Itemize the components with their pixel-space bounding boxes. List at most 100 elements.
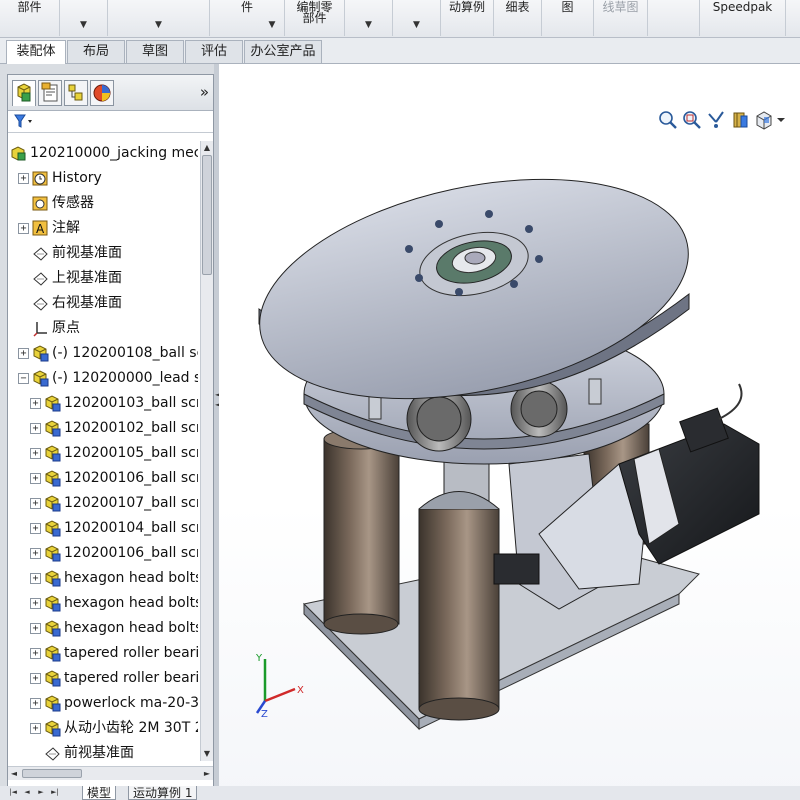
- tab-sketch[interactable]: 草图: [126, 40, 184, 63]
- tab-model[interactable]: 模型: [82, 786, 117, 800]
- expand-icon[interactable]: +: [30, 698, 41, 709]
- tree-item[interactable]: 上视基准面: [8, 266, 198, 291]
- expand-icon[interactable]: +: [30, 398, 41, 409]
- tree-item[interactable]: + hexagon head bolts-: [8, 591, 198, 616]
- last-tab-icon[interactable]: ►|: [50, 787, 60, 798]
- history-icon: [32, 170, 49, 187]
- subassembly-icon: [44, 445, 61, 462]
- property-manager-tab[interactable]: [38, 80, 62, 106]
- tab-motion-study[interactable]: 运动算例 1: [128, 786, 198, 800]
- expand-icon[interactable]: +: [18, 173, 29, 184]
- scroll-down-icon[interactable]: ▼: [201, 747, 213, 761]
- expand-icon[interactable]: +: [30, 648, 41, 659]
- plane-icon: [32, 295, 49, 312]
- tree-item[interactable]: +120200105_ball screw: [8, 441, 198, 466]
- tree-item[interactable]: +120200107_ball screw: [8, 491, 198, 516]
- tab-office-products[interactable]: 办公室产品: [244, 40, 322, 63]
- ribbon-button-explode-line-sketch[interactable]: 线草图: [594, 0, 648, 36]
- ribbon-button-speedpak[interactable]: Speedpak: [700, 0, 786, 36]
- expand-icon[interactable]: +: [30, 548, 41, 559]
- ribbon-dropdown[interactable]: ▼: [60, 0, 108, 36]
- expand-icon[interactable]: +: [30, 523, 41, 534]
- configuration-manager-tab[interactable]: [64, 80, 88, 106]
- scroll-right-icon[interactable]: ►: [201, 767, 213, 780]
- tab-evaluate[interactable]: 评估: [185, 40, 243, 63]
- tree-item[interactable]: 前视基准面: [8, 741, 198, 761]
- chevron-down-icon: ▼: [80, 20, 87, 30]
- subassembly-icon: [44, 620, 61, 637]
- display-manager-tab[interactable]: [90, 80, 114, 106]
- filter-icon[interactable]: [14, 113, 36, 133]
- sensor-icon: [32, 195, 49, 212]
- tree-item[interactable]: + powerlock ma-20-38: [8, 691, 198, 716]
- tree-item[interactable]: + tapered roller bearing: [8, 666, 198, 691]
- expand-icon[interactable]: +: [30, 623, 41, 634]
- y-axis-label: Y: [255, 653, 263, 664]
- expand-icon[interactable]: +: [30, 473, 41, 484]
- tree-item[interactable]: + (-) 120200108_ball screw: [8, 341, 198, 366]
- expand-icon[interactable]: +: [30, 573, 41, 584]
- expand-icon[interactable]: +: [30, 448, 41, 459]
- next-tab-icon[interactable]: ►: [36, 787, 46, 798]
- ribbon-button-part[interactable]: 件 ▼: [210, 0, 285, 36]
- tree-item[interactable]: +120200106_ball screw: [8, 541, 198, 566]
- panel-manager-tabs: »: [8, 75, 213, 111]
- tree-item[interactable]: + A 注解: [8, 216, 198, 241]
- expand-icon[interactable]: +: [30, 598, 41, 609]
- ribbon-dropdown[interactable]: ▼: [108, 0, 210, 36]
- tree-vertical-scrollbar[interactable]: ▲ ▼: [200, 141, 213, 761]
- ribbon-toolbar: 部件 ▼ ▼ 件 ▼ 编制零 部件 ▼ ▼ 动算例 细表 图 线草图 Speed…: [0, 0, 800, 38]
- tab-assembly[interactable]: 装配体: [6, 40, 66, 64]
- tree-item[interactable]: + History: [8, 166, 198, 191]
- plane-icon: [32, 245, 49, 262]
- ribbon-dropdown[interactable]: ▼: [393, 0, 441, 36]
- tree-item[interactable]: +120200103_ball screw: [8, 391, 198, 416]
- tree-item[interactable]: 传感器: [8, 191, 198, 216]
- tree-item[interactable]: 前视基准面: [8, 241, 198, 266]
- subassembly-icon: [32, 345, 49, 362]
- ribbon-button-motion-study[interactable]: 动算例: [441, 0, 494, 36]
- scrollbar-thumb[interactable]: [202, 155, 212, 275]
- feature-manager-frame: » 120210000_jacking mechanism + History 传感器…: [7, 74, 214, 794]
- tree-item[interactable]: + tapered roller bearing: [8, 641, 198, 666]
- expand-icon[interactable]: +: [18, 223, 29, 234]
- configuration-manager-icon: [68, 84, 83, 101]
- ribbon-button-component[interactable]: 部件: [0, 0, 60, 36]
- ribbon-button-bom[interactable]: 细表: [494, 0, 542, 36]
- property-manager-icon: [41, 82, 58, 102]
- tree-item[interactable]: + hexagon head bolts-: [8, 566, 198, 591]
- graphics-area[interactable]: Y X Z: [219, 64, 800, 800]
- ribbon-button-exploded-view[interactable]: 图: [542, 0, 594, 36]
- scroll-up-icon[interactable]: ▲: [201, 141, 213, 155]
- panel-expand-button[interactable]: »: [200, 83, 209, 101]
- chevron-down-icon: ▼: [365, 20, 372, 30]
- feature-manager-tab[interactable]: [12, 80, 36, 106]
- expand-icon[interactable]: +: [30, 423, 41, 434]
- previous-tab-icon[interactable]: ◄: [22, 787, 32, 798]
- subassembly-icon: [44, 520, 61, 537]
- collapse-icon[interactable]: −: [18, 373, 29, 384]
- tree-item[interactable]: 原点: [8, 316, 198, 341]
- tree-horizontal-scrollbar[interactable]: ◄ ►: [8, 766, 213, 780]
- tree-item[interactable]: +120200106_ball screw: [8, 466, 198, 491]
- expand-icon[interactable]: +: [30, 723, 41, 734]
- chevron-down-icon: ▼: [268, 20, 276, 30]
- tab-layout[interactable]: 布局: [67, 40, 125, 63]
- tree-item[interactable]: + hexagon head bolts-: [8, 616, 198, 641]
- expand-icon[interactable]: +: [30, 673, 41, 684]
- tree-item[interactable]: + 从动小齿轮 2M 30T 20: [8, 716, 198, 741]
- tree-item[interactable]: +120200104_ball screw: [8, 516, 198, 541]
- ribbon-dropdown[interactable]: ▼: [345, 0, 393, 36]
- tree-item[interactable]: 120210000_jacking mechanism: [8, 141, 198, 166]
- scrollbar-thumb[interactable]: [22, 769, 82, 778]
- expand-icon[interactable]: +: [30, 498, 41, 509]
- tree-item[interactable]: − (-) 120200000_lead screw: [8, 366, 198, 391]
- tree-item[interactable]: 右视基准面: [8, 291, 198, 316]
- tree-item-label: (-) 120200000_lead screw: [52, 370, 198, 386]
- ribbon-button-edit-component[interactable]: 编制零 部件: [285, 0, 345, 36]
- scroll-left-icon[interactable]: ◄: [8, 767, 20, 780]
- ribbon-label: 线草图: [602, 0, 639, 14]
- tree-item[interactable]: +120200102_ball screw: [8, 416, 198, 441]
- expand-icon[interactable]: +: [18, 348, 29, 359]
- first-tab-icon[interactable]: |◄: [8, 787, 18, 798]
